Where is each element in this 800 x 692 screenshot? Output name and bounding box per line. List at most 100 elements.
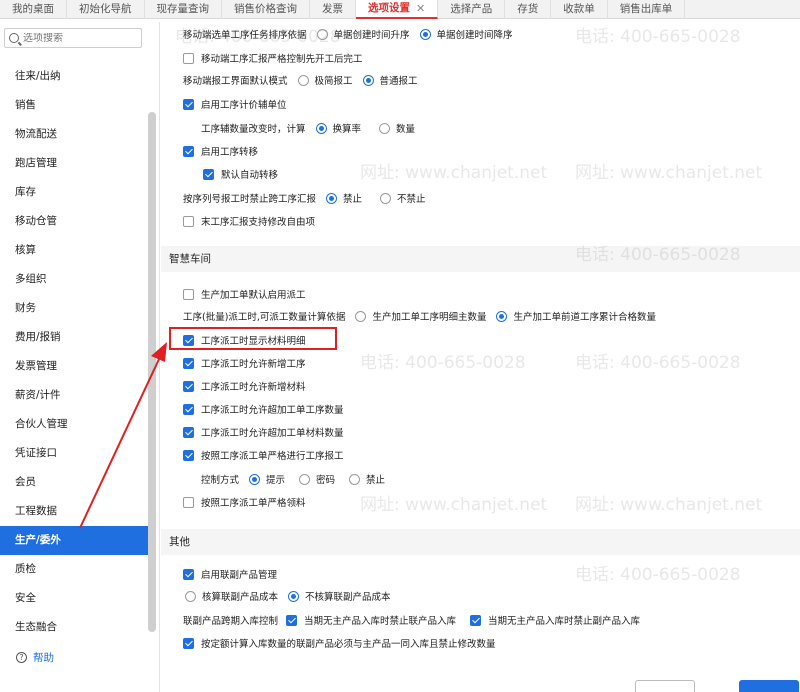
- radio-calc-cost[interactable]: [185, 590, 196, 602]
- app-window: 我的桌面 初始化导航 现存量查询 销售价格查询 发票 选项设置 ✕ 选择产品 存货…: [0, 0, 800, 692]
- checkbox-strict-control[interactable]: [183, 52, 194, 64]
- option-text: 极简报工: [314, 76, 353, 87]
- tab-bar: 我的桌面 初始化导航 现存量查询 销售价格查询 发票 选项设置 ✕ 选择产品 存货…: [0, 0, 800, 19]
- checkbox-allow-exceed-mat[interactable]: [183, 426, 194, 438]
- section-title: 智慧车间: [169, 253, 211, 265]
- checkbox-allow-exceed-proc[interactable]: [183, 403, 194, 415]
- tab-label: 销售出库单: [619, 3, 673, 15]
- radio-password[interactable]: [299, 473, 311, 485]
- radio-prev-qualified[interactable]: [496, 310, 508, 322]
- sidebar-item[interactable]: 发票管理: [0, 352, 148, 381]
- tab-price-query[interactable]: 销售价格查询: [222, 0, 310, 19]
- radio-sort-desc[interactable]: [419, 28, 431, 40]
- radio-detail-qty[interactable]: [355, 310, 367, 322]
- checkbox-forbid-by[interactable]: [470, 614, 482, 626]
- checkbox-allow-add-proc[interactable]: [183, 357, 194, 369]
- sidebar-item[interactable]: 往来/出纳: [0, 62, 148, 91]
- tab-label: 现存量查询: [156, 3, 210, 15]
- checkbox-strict-report[interactable]: [183, 449, 194, 461]
- sidebar-item[interactable]: 库存: [0, 178, 148, 207]
- tab-label: 收款单: [563, 3, 595, 15]
- checkbox-default-dispatch[interactable]: [183, 288, 194, 300]
- aux-change-row: 工序辅数量改变时，计算 换算率 数量: [201, 121, 415, 135]
- sidebar: 往来/出纳销售物流配送跑店管理库存移动仓管核算多组织财务费用/报销发票管理薪资/…: [0, 22, 160, 692]
- sidebar-item[interactable]: 生态融合: [0, 613, 148, 642]
- checkbox-quota[interactable]: [183, 637, 194, 649]
- section-title: 其他: [169, 536, 190, 548]
- tab-select-product[interactable]: 选择产品: [438, 0, 506, 19]
- help-link[interactable]: ? 帮助: [16, 650, 54, 665]
- search-input[interactable]: [23, 32, 138, 44]
- option-label: 按序列号报工时禁止跨工序汇报: [183, 194, 317, 205]
- option-label: 按照工序派工单严格领料: [201, 498, 306, 509]
- tab-desktop[interactable]: 我的桌面: [0, 0, 67, 19]
- tab-options[interactable]: 选项设置 ✕: [356, 0, 439, 19]
- sidebar-item[interactable]: 薪资/计件: [0, 381, 148, 410]
- sidebar-item[interactable]: 合伙人管理: [0, 410, 148, 439]
- tab-receipt[interactable]: 收款单: [551, 0, 608, 19]
- move-sort-row: 移动端选单工序任务排序依据 单据创建时间升序 单据创建时间降序: [183, 27, 513, 41]
- transfer-row: 启用工序转移: [183, 144, 258, 158]
- sidebar-item[interactable]: 凭证接口: [0, 439, 148, 468]
- option-label: 工序辅数量改变时，计算: [201, 124, 306, 135]
- radio-forbid[interactable]: [326, 192, 338, 204]
- sidebar-scrollbar[interactable]: [148, 112, 156, 632]
- sidebar-item[interactable]: 多组织: [0, 265, 148, 294]
- sidebar-item[interactable]: 费用/报销: [0, 323, 148, 352]
- checkbox-last-proc-edit[interactable]: [183, 215, 194, 227]
- tab-sales-outbound[interactable]: 销售出库单: [608, 0, 686, 19]
- help-label: 帮助: [33, 652, 54, 664]
- radio-simple-report[interactable]: [297, 74, 309, 86]
- search-icon: [9, 33, 19, 43]
- tab-label: 选择产品: [450, 3, 493, 15]
- strict-control-row: 移动端工序汇报严格控制先开工后完工: [183, 51, 363, 65]
- radio-not-forbid[interactable]: [380, 192, 392, 204]
- section-others: 其他: [161, 529, 800, 555]
- tab-label: 我的桌面: [12, 3, 54, 15]
- sidebar-item[interactable]: 财务: [0, 294, 148, 323]
- tab-invoice[interactable]: 发票: [310, 0, 356, 19]
- secondary-button[interactable]: [635, 680, 695, 692]
- checkbox-auto-transfer[interactable]: [203, 168, 214, 180]
- option-text: 单据创建时间降序: [436, 30, 513, 41]
- tab-label: 存货: [517, 3, 539, 15]
- allow-add-mat-row: 工序派工时允许新增材料: [183, 379, 306, 393]
- option-text: 数量: [396, 124, 416, 135]
- checkbox-forbid-joint[interactable]: [286, 614, 298, 626]
- option-label: 工序派工时显示材料明细: [201, 336, 306, 347]
- checkbox-show-material[interactable]: [183, 334, 194, 346]
- radio-conversion-rate[interactable]: [315, 122, 327, 134]
- sidebar-item[interactable]: 工程数据: [0, 497, 148, 526]
- checkbox-transfer[interactable]: [183, 145, 194, 157]
- radio-sort-asc[interactable]: [316, 28, 328, 40]
- sidebar-item[interactable]: 物流配送: [0, 120, 148, 149]
- radio-quantity[interactable]: [379, 122, 391, 134]
- primary-button[interactable]: [739, 680, 799, 692]
- radio-prompt[interactable]: [249, 473, 261, 485]
- sidebar-item[interactable]: 会员: [0, 468, 148, 497]
- sidebar-item[interactable]: 核算: [0, 236, 148, 265]
- checkbox-strict-pick[interactable]: [183, 496, 194, 508]
- radio-no-calc-cost[interactable]: [288, 590, 300, 602]
- search-box[interactable]: [4, 28, 142, 48]
- cross-period-row: 联副产品跨期入库控制 当期无主产品入库时禁止联产品入库 当期无主产品入库时禁止副…: [183, 613, 640, 627]
- checkbox-aux-unit[interactable]: [183, 98, 194, 110]
- tab-init-nav[interactable]: 初始化导航: [67, 0, 145, 19]
- joint-product-row: 启用联副产品管理: [183, 567, 277, 581]
- close-icon[interactable]: ✕: [416, 0, 425, 18]
- tab-stock-query[interactable]: 现存量查询: [145, 0, 222, 19]
- sidebar-item[interactable]: 质检: [0, 555, 148, 584]
- sidebar-item[interactable]: 安全: [0, 584, 148, 613]
- sidebar-item[interactable]: 生产/委外: [0, 526, 148, 555]
- option-text: 生产加工单前道工序累计合格数量: [513, 312, 656, 323]
- radio-prohibit[interactable]: [349, 473, 361, 485]
- option-label: 工序派工时允许新增工序: [201, 359, 306, 370]
- option-text: 密码: [316, 475, 336, 486]
- sidebar-item[interactable]: 跑店管理: [0, 149, 148, 178]
- checkbox-joint-product[interactable]: [183, 568, 194, 580]
- radio-normal-report[interactable]: [362, 74, 374, 86]
- sidebar-item[interactable]: 移动仓管: [0, 207, 148, 236]
- sidebar-item[interactable]: 销售: [0, 91, 148, 120]
- checkbox-allow-add-mat[interactable]: [183, 380, 194, 392]
- tab-inventory[interactable]: 存货: [505, 0, 552, 19]
